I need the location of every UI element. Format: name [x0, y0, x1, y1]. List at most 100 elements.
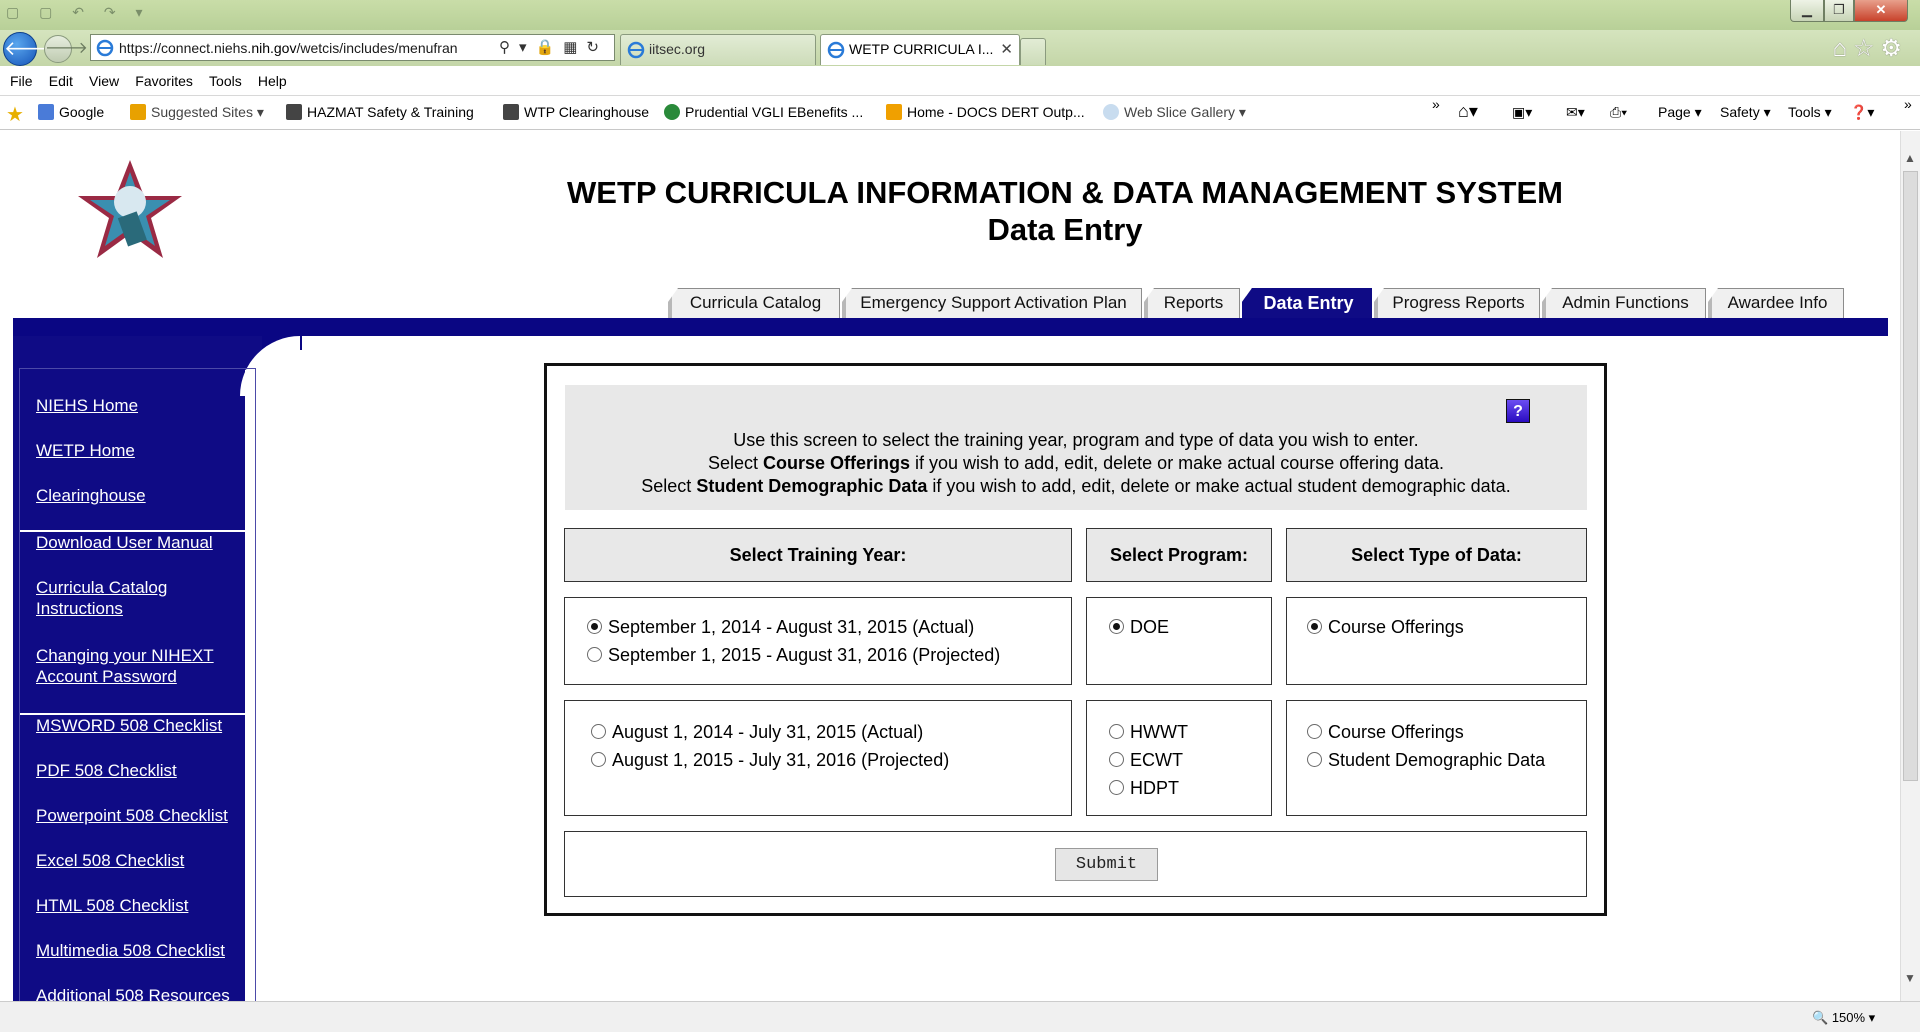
menu-view[interactable]: View: [89, 66, 119, 96]
gear-icon[interactable]: ⚙: [1880, 35, 1908, 62]
tab-label: WETP CURRICULA I...: [849, 41, 994, 57]
menu-file[interactable]: File: [10, 66, 33, 96]
submit-button[interactable]: Submit: [1055, 848, 1158, 881]
tab-curricula-catalog[interactable]: Curricula Catalog: [668, 288, 840, 318]
radio-option[interactable]: August 1, 2014 - July 31, 2015 (Actual): [591, 721, 923, 743]
favorites-bar: ★ Google Suggested Sites ▾ HAZMAT Safety…: [0, 96, 1920, 130]
scroll-up-icon[interactable]: ▲: [1904, 151, 1916, 165]
sidebar-link-multimedia-checklist[interactable]: Multimedia 508 Checklist: [36, 940, 225, 961]
radio-button[interactable]: [591, 724, 606, 739]
sidebar-link-wetp-home[interactable]: WETP Home: [36, 440, 135, 461]
radio-button[interactable]: [1109, 724, 1124, 739]
tab-reports[interactable]: Reports: [1144, 288, 1240, 318]
scroll-down-icon[interactable]: ▼: [1904, 971, 1916, 985]
radio-option[interactable]: September 1, 2014 - August 31, 2015 (Act…: [587, 616, 974, 638]
close-tab-icon[interactable]: ✕: [1000, 40, 1013, 58]
vertical-scrollbar[interactable]: ▲ ▼: [1900, 131, 1920, 1001]
scrollbar-thumb[interactable]: [1903, 171, 1918, 781]
new-tab-button[interactable]: [1020, 38, 1046, 65]
radio-button[interactable]: [1307, 619, 1322, 634]
sidebar-link-curricula-catalog-instructions[interactable]: Curricula Catalog Instructions: [36, 577, 216, 619]
zoom-level[interactable]: 🔍 150% ▾: [1812, 1010, 1875, 1026]
sidebar-link-powerpoint-checklist[interactable]: Powerpoint 508 Checklist: [36, 805, 228, 826]
minimize-window-button[interactable]: ▁: [1790, 0, 1824, 22]
ie-page-icon: [96, 39, 114, 57]
favorite-suggested-sites[interactable]: Suggested Sites ▾: [130, 104, 264, 121]
radio-button[interactable]: [591, 752, 606, 767]
favorite-wtp-clearinghouse[interactable]: WTP Clearinghouse: [503, 104, 649, 120]
menu-favorites[interactable]: Favorites: [135, 66, 193, 96]
forward-button[interactable]: 🡒: [44, 35, 88, 63]
sidebar-link-download-user-manual[interactable]: Download User Manual: [36, 532, 213, 553]
sidebar-link-changing-password[interactable]: Changing your NIHEXT Account Password: [36, 645, 236, 687]
sidebar-link-clearinghouse[interactable]: Clearinghouse: [36, 485, 146, 506]
print-icon[interactable]: ⎙▾: [1610, 104, 1627, 121]
radio-option[interactable]: Student Demographic Data: [1307, 749, 1545, 771]
radio-button[interactable]: [587, 619, 602, 634]
home-icon[interactable]: ⌂▾: [1458, 101, 1478, 122]
maximize-window-button[interactable]: ❐: [1824, 0, 1854, 22]
refresh-icon[interactable]: ↻: [586, 39, 608, 56]
tab-label: iitsec.org: [649, 41, 706, 57]
sidebar-link-msword-checklist[interactable]: MSWORD 508 Checklist: [36, 715, 222, 736]
radio-option[interactable]: ECWT: [1109, 749, 1183, 771]
close-window-button[interactable]: ✕: [1854, 0, 1908, 22]
sidebar-link-html-checklist[interactable]: HTML 508 Checklist: [36, 895, 188, 916]
favorite-prudential[interactable]: Prudential VGLI EBenefits ...: [664, 104, 863, 120]
row1-year-cell: September 1, 2014 - August 31, 2015 (Act…: [564, 597, 1072, 685]
dropdown-icon[interactable]: ▾: [519, 39, 536, 56]
radio-button[interactable]: [1109, 619, 1124, 634]
more-commands-icon[interactable]: »: [1904, 96, 1912, 112]
menu-edit[interactable]: Edit: [49, 66, 73, 96]
instructions-box: ? Use this screen to select the training…: [565, 385, 1587, 510]
browser-tab-iitsec[interactable]: iitsec.org: [620, 34, 816, 65]
favorite-web-slice-gallery[interactable]: Web Slice Gallery ▾: [1103, 104, 1246, 121]
lock-icon[interactable]: 🔒: [536, 39, 564, 56]
wetp-logo: [78, 160, 182, 258]
radio-option[interactable]: HDPT: [1109, 777, 1179, 799]
row2-program-cell: HWWT ECWT HDPT: [1086, 700, 1272, 816]
radio-option[interactable]: August 1, 2015 - July 31, 2016 (Projecte…: [591, 749, 949, 771]
radio-button[interactable]: [1109, 780, 1124, 795]
favorites-star-icon[interactable]: ☆: [1853, 35, 1881, 62]
menu-tools[interactable]: Tools: [209, 66, 242, 96]
back-button[interactable]: 🡐: [3, 32, 58, 66]
favorites-star-icon[interactable]: ★: [6, 102, 24, 127]
search-icon[interactable]: ⚲: [499, 39, 519, 56]
radio-button[interactable]: [1109, 752, 1124, 767]
safety-menu[interactable]: Safety ▾: [1720, 104, 1771, 121]
home-icon[interactable]: ⌂: [1832, 35, 1853, 62]
address-bar[interactable]: https://connect.niehs.nih.gov/wetcis/inc…: [90, 34, 615, 61]
help-icon[interactable]: ?: [1506, 399, 1530, 423]
radio-option[interactable]: Course Offerings: [1307, 721, 1464, 743]
tools-menu[interactable]: Tools ▾: [1788, 104, 1832, 121]
favorite-hazmat[interactable]: HAZMAT Safety & Training: [286, 104, 474, 120]
radio-option[interactable]: DOE: [1109, 616, 1169, 638]
tab-data-entry[interactable]: Data Entry: [1242, 288, 1372, 318]
tab-emergency-support-activation-plan[interactable]: Emergency Support Activation Plan: [842, 288, 1142, 318]
tab-progress-reports[interactable]: Progress Reports: [1374, 288, 1540, 318]
help-icon[interactable]: ❓▾: [1850, 104, 1874, 121]
menu-help[interactable]: Help: [258, 66, 287, 96]
more-favorites-icon[interactable]: »: [1432, 96, 1440, 112]
radio-button[interactable]: [1307, 724, 1322, 739]
favorite-google[interactable]: Google: [38, 104, 104, 120]
sidebar-link-excel-checklist[interactable]: Excel 508 Checklist: [36, 850, 184, 871]
tab-admin-functions[interactable]: Admin Functions: [1542, 288, 1706, 318]
browser-tab-wetp[interactable]: WETP CURRICULA I... ✕: [820, 34, 1020, 65]
feeds-icon[interactable]: ▣▾: [1512, 104, 1532, 121]
row2-type-cell: Course Offerings Student Demographic Dat…: [1286, 700, 1587, 816]
radio-option[interactable]: HWWT: [1109, 721, 1188, 743]
favorite-docs-dert[interactable]: Home - DOCS DERT Outp...: [886, 104, 1085, 120]
radio-option[interactable]: September 1, 2015 - August 31, 2016 (Pro…: [587, 644, 1000, 666]
mail-icon[interactable]: ✉▾: [1566, 104, 1585, 121]
radio-button[interactable]: [587, 647, 602, 662]
sidebar-link-pdf-checklist[interactable]: PDF 508 Checklist: [36, 760, 177, 781]
tab-awardee-info[interactable]: Awardee Info: [1708, 288, 1844, 318]
compatibility-icon[interactable]: ▦: [563, 39, 586, 56]
radio-option[interactable]: Course Offerings: [1307, 616, 1464, 638]
address-bar-tools[interactable]: ⚲▾🔒▦↻: [499, 38, 608, 56]
sidebar-link-niehs-home[interactable]: NIEHS Home: [36, 395, 138, 416]
radio-button[interactable]: [1307, 752, 1322, 767]
page-menu[interactable]: Page ▾: [1658, 104, 1702, 121]
